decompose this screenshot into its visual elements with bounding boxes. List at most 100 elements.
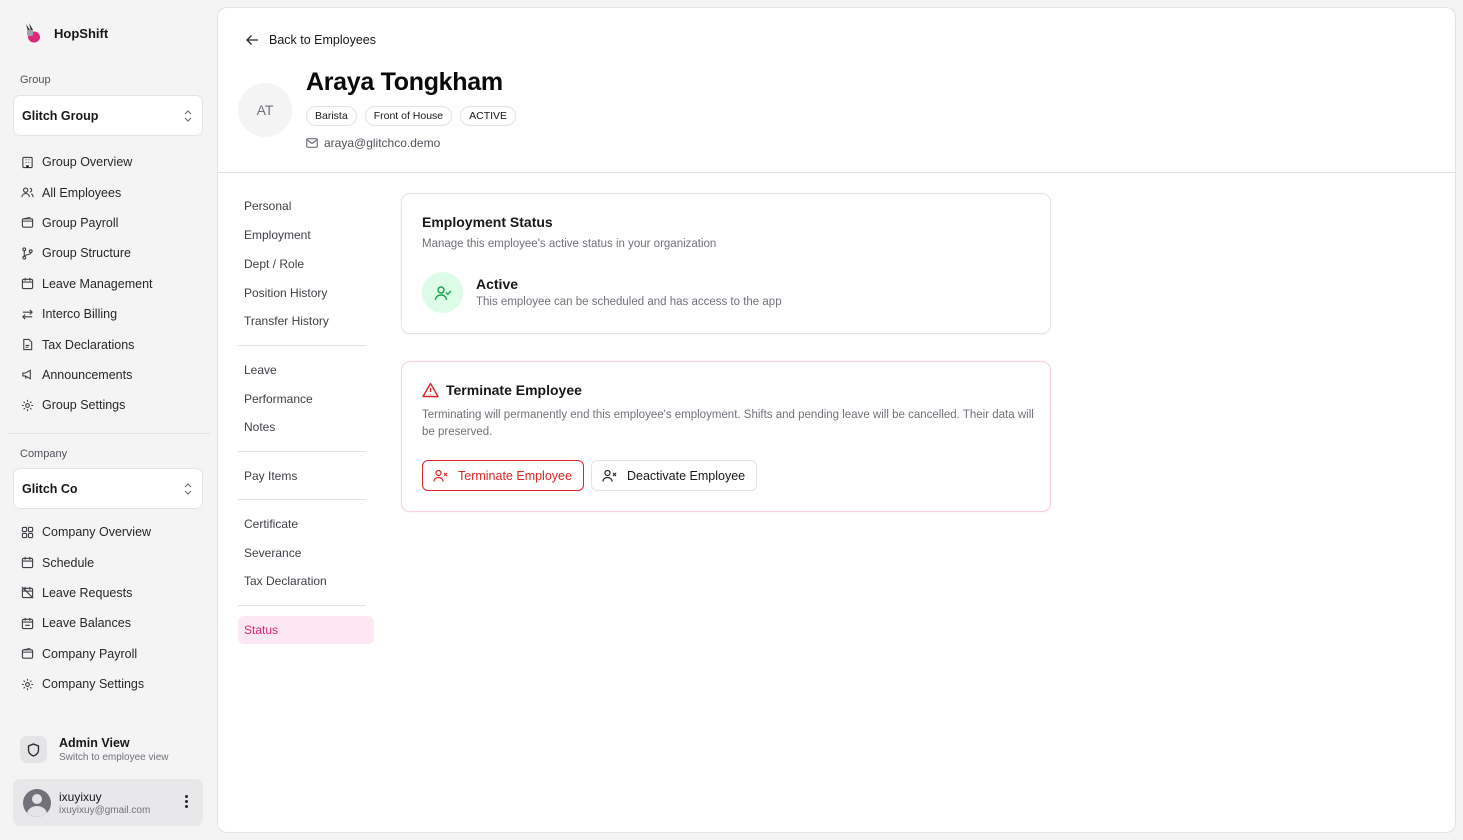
- sidebar-item-label: Interco Billing: [42, 307, 118, 322]
- subnav-certificate[interactable]: Certificate: [244, 517, 298, 531]
- back-label: Back to Employees: [269, 33, 376, 47]
- subnav-leave[interactable]: Leave: [244, 363, 277, 377]
- hop-logo-icon: [22, 22, 42, 44]
- user-card[interactable]: ixuyixuy ixuyixuy@gmail.com: [13, 779, 203, 826]
- sidebar-divider: [8, 433, 210, 434]
- sidebar-item-label: Group Payroll: [42, 215, 119, 230]
- status-description: This employee can be scheduled and has a…: [476, 296, 782, 308]
- company-nav: Company Overview Schedule Leave Requests…: [13, 517, 203, 699]
- profile-avatar: AT: [238, 83, 292, 137]
- sidebar-item-label: All Employees: [42, 185, 122, 200]
- sidebar-item-schedule[interactable]: Schedule: [13, 547, 203, 577]
- subnav-divider: [238, 451, 366, 452]
- chevrons-up-down-icon: [184, 109, 192, 122]
- subnav-performance[interactable]: Performance: [244, 392, 313, 406]
- subnav-employment[interactable]: Employment: [244, 228, 311, 242]
- group-selector[interactable]: Glitch Group: [13, 95, 203, 136]
- sidebar-item-label: Leave Management: [42, 276, 153, 291]
- sidebar-item-all-employees[interactable]: All Employees: [13, 177, 203, 207]
- subnav-status[interactable]: Status: [244, 623, 278, 637]
- file-icon: [23, 338, 33, 351]
- shield-icon: [20, 736, 47, 763]
- email-text: araya@glitchco.demo: [324, 136, 441, 150]
- calendar-off-icon: [21, 587, 34, 599]
- sidebar-item-label: Tax Declarations: [42, 337, 135, 352]
- sidebar-item-group-settings[interactable]: Group Settings: [13, 390, 203, 420]
- sidebar-item-company-payroll[interactable]: Company Payroll: [13, 639, 203, 669]
- sidebar-item-label: Leave Balances: [42, 616, 131, 631]
- sidebar-item-leave-balances[interactable]: Leave Balances: [13, 608, 203, 638]
- terminate-employee-button[interactable]: Terminate Employee: [422, 460, 584, 491]
- back-to-employees-link[interactable]: Back to Employees: [246, 33, 376, 47]
- company-selector[interactable]: Glitch Co: [13, 468, 203, 509]
- group-section-label: Group: [20, 74, 51, 86]
- gear-icon: [21, 678, 34, 690]
- terminate-button-label: Terminate Employee: [458, 468, 572, 483]
- sidebar-item-label: Schedule: [42, 555, 95, 570]
- main-panel: Back to Employees AT Araya Tongkham Bari…: [217, 7, 1456, 833]
- mail-icon: [306, 138, 318, 148]
- header-divider: [218, 172, 1455, 173]
- more-vertical-icon[interactable]: [185, 795, 189, 808]
- sidebar-item-company-overview[interactable]: Company Overview: [13, 517, 203, 547]
- group-nav: Group Overview All Employees Group Payro…: [13, 147, 203, 421]
- sidebar-item-label: Company Settings: [42, 677, 145, 692]
- sidebar-item-group-payroll[interactable]: Group Payroll: [13, 208, 203, 238]
- role-badge: Barista: [306, 106, 357, 126]
- building-icon: [22, 156, 33, 168]
- sidebar-item-label: Company Overview: [42, 525, 152, 540]
- megaphone-icon: [22, 369, 31, 381]
- wallet-icon: [21, 648, 34, 659]
- terminate-description: Terminating will permanently end this em…: [422, 409, 1034, 438]
- employee-email: araya@glitchco.demo: [306, 136, 440, 150]
- user-email: ixuyixuy@gmail.com: [59, 804, 151, 816]
- users-icon: [21, 187, 34, 198]
- user-check-icon: [422, 272, 463, 313]
- gear-icon: [21, 399, 34, 411]
- calendar-icon: [21, 278, 34, 290]
- subnav-dept-role[interactable]: Dept / Role: [244, 257, 304, 271]
- user-minus-icon: [602, 469, 617, 482]
- admin-view-subtitle: Switch to employee view: [59, 752, 169, 763]
- sidebar-item-label: Group Structure: [42, 246, 131, 261]
- employment-status-card: Employment Status Manage this employee's…: [401, 193, 1051, 334]
- subnav-pay-items[interactable]: Pay Items: [244, 469, 297, 483]
- sidebar-item-label: Company Payroll: [42, 646, 138, 661]
- sidebar-item-interco-billing[interactable]: Interco Billing: [13, 299, 203, 329]
- grid-icon: [21, 526, 34, 538]
- subnav-personal[interactable]: Personal: [244, 199, 291, 213]
- sidebar-item-tax-declarations[interactable]: Tax Declarations: [13, 329, 203, 359]
- calendar-icon: [21, 557, 34, 569]
- arrows-exchange-icon: [22, 309, 33, 320]
- subnav-severance[interactable]: Severance: [244, 546, 301, 560]
- deactivate-employee-button[interactable]: Deactivate Employee: [591, 460, 757, 491]
- sidebar-item-label: Announcements: [42, 367, 133, 382]
- subnav-divider: [238, 605, 366, 606]
- subnav-position-history[interactable]: Position History: [244, 286, 327, 300]
- subnav-notes[interactable]: Notes: [244, 420, 275, 434]
- git-branch-icon: [22, 247, 33, 260]
- sidebar-item-leave-management[interactable]: Leave Management: [13, 269, 203, 299]
- terminate-title: Terminate Employee: [446, 382, 582, 398]
- sidebar-item-group-structure[interactable]: Group Structure: [13, 238, 203, 268]
- brand[interactable]: HopShift: [22, 22, 108, 44]
- department-badge: Front of House: [364, 106, 453, 126]
- company-section-label: Company: [20, 448, 68, 460]
- admin-view-switch[interactable]: Admin View Switch to employee view: [20, 736, 169, 763]
- sidebar-item-leave-requests[interactable]: Leave Requests: [13, 578, 203, 608]
- sidebar-item-company-settings[interactable]: Company Settings: [13, 669, 203, 699]
- status-title: Active: [476, 276, 519, 292]
- sidebar: HopShift Group Glitch Group Group Overvi…: [0, 0, 216, 840]
- wallet-icon: [21, 217, 34, 229]
- sidebar-item-group-overview[interactable]: Group Overview: [13, 147, 203, 177]
- subnav-transfer-history[interactable]: Transfer History: [244, 314, 329, 328]
- user-name: ixuyixuy: [59, 789, 102, 804]
- subnav-tax-declaration[interactable]: Tax Declaration: [244, 574, 327, 588]
- alert-triangle-icon: [422, 382, 439, 398]
- sidebar-item-announcements[interactable]: Announcements: [13, 360, 203, 390]
- badge-row: Barista Front of House ACTIVE: [306, 106, 517, 126]
- terminate-employee-card: Terminate Employee Terminating will perm…: [401, 361, 1051, 512]
- company-selector-value: Glitch Co: [22, 481, 78, 496]
- deactivate-button-label: Deactivate Employee: [627, 468, 746, 483]
- user-x-icon: [433, 469, 448, 482]
